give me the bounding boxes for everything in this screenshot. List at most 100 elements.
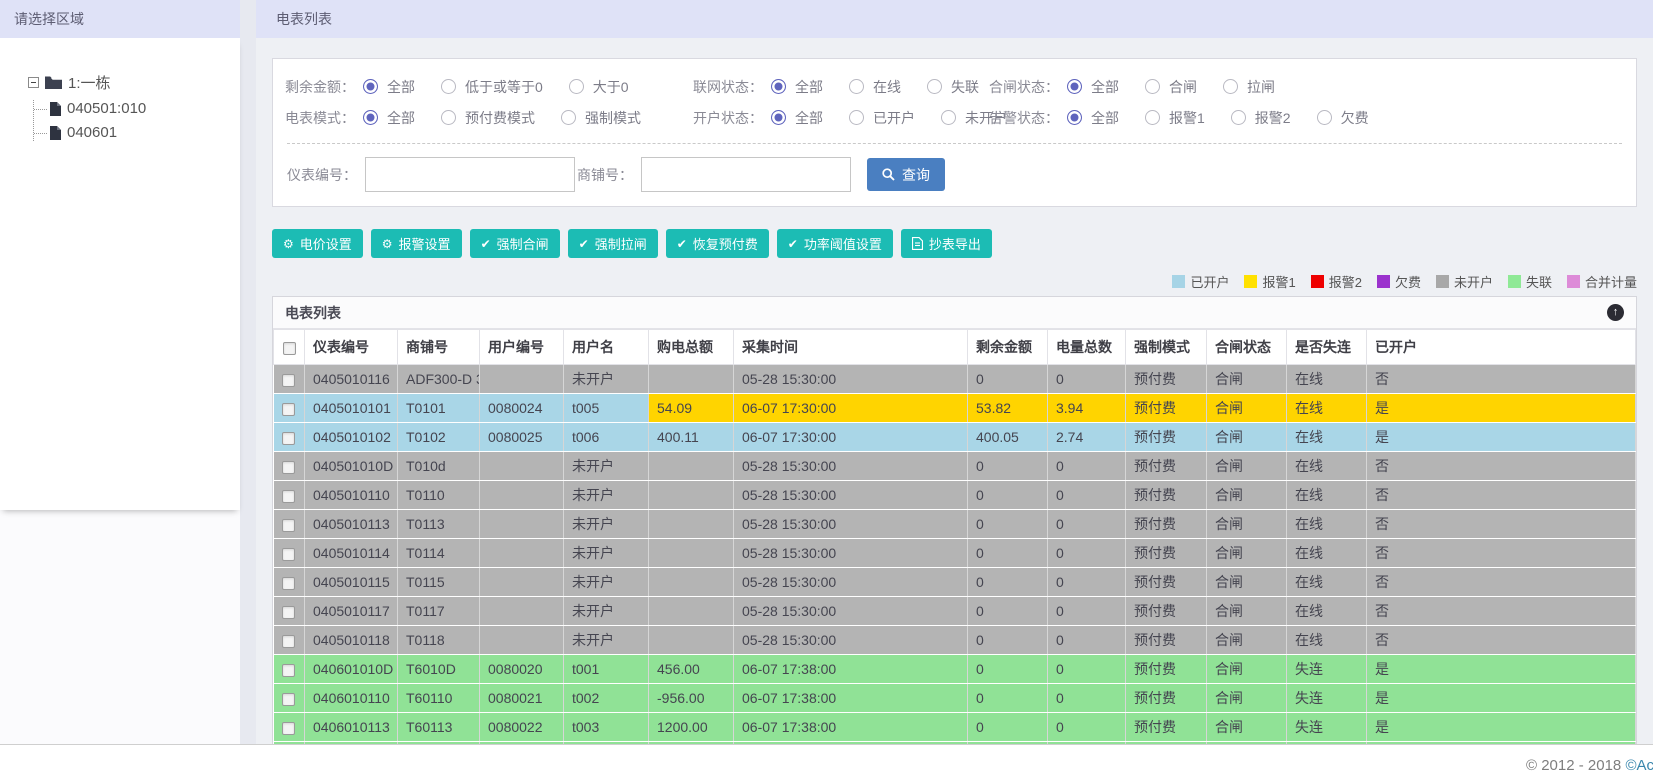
filter-group-label: 剩余金额：	[285, 78, 355, 95]
radio-option-label: 报警2	[1254, 109, 1291, 126]
radio-option[interactable]: 全部	[363, 108, 415, 128]
cell-用户名: 未开户	[563, 364, 649, 394]
check-icon: ✔	[578, 236, 589, 251]
search-button[interactable]: 查询	[867, 158, 945, 191]
radio-option-label: 已开户	[873, 109, 915, 126]
radio-option[interactable]: 大于0	[568, 77, 629, 97]
radio-option[interactable]: 全部	[771, 108, 823, 128]
toolbar-button-恢复预付费[interactable]: ✔ 恢复预付费	[665, 229, 769, 258]
cell-合闸状态: 合闸	[1206, 422, 1287, 452]
toolbar-button-抄表导出[interactable]: 抄表导出	[900, 229, 992, 258]
tree-children: 040501:010 040601	[33, 100, 240, 141]
tree-collapse-icon[interactable]	[28, 77, 39, 88]
row-checkbox[interactable]	[282, 460, 296, 474]
cell-用户名: 未开户	[563, 538, 649, 568]
toolbar-button-报警设置[interactable]: ⚙ 报警设置	[370, 229, 462, 258]
cell-商铺号: T6010D	[397, 654, 480, 684]
toolbar-button-强制合闸[interactable]: ✔ 强制合闸	[469, 229, 560, 258]
select-all-checkbox[interactable]	[282, 341, 296, 355]
radio-option[interactable]: 报警1	[1145, 108, 1205, 128]
radio-option[interactable]: 全部	[1067, 108, 1119, 128]
radio-option[interactable]: 全部	[363, 77, 415, 97]
row-checkbox[interactable]	[282, 518, 296, 532]
cell-用户名: 未开户	[563, 567, 649, 597]
tree-node-building[interactable]: 1:一栋	[28, 72, 240, 93]
cell-电量总数: 2.74	[1047, 422, 1126, 452]
radio-option[interactable]: 已开户	[849, 108, 915, 128]
cell-已开户: 是	[1366, 393, 1636, 423]
cell-电量总数: 0	[1047, 364, 1126, 394]
cell-合闸状态: 合闸	[1206, 683, 1287, 713]
radio-option[interactable]: 在线	[849, 77, 901, 97]
radio-option[interactable]: 欠费	[1316, 108, 1369, 128]
cell-是否失连: 在线	[1286, 596, 1367, 626]
radio-option[interactable]: 报警2	[1230, 108, 1291, 128]
row-checkbox[interactable]	[282, 431, 296, 445]
cell-电量总数: 0	[1047, 712, 1126, 742]
row-checkbox[interactable]	[282, 663, 296, 677]
radio-option[interactable]: 预付费模式	[441, 108, 535, 128]
legend-label: 报警1	[1262, 275, 1296, 290]
cell-已开户: 否	[1366, 451, 1636, 481]
cell-强制模式: 预付费	[1125, 567, 1207, 597]
row-checkbox[interactable]	[282, 721, 296, 735]
row-checkbox[interactable]	[282, 605, 296, 619]
cell-强制模式: 预付费	[1125, 654, 1207, 684]
meter-table: 仪表编号 商铺号 用户编号 用户名 购电总额 采集时间 剩余金额 电量总数 强制模式 合闸状态 是否…	[273, 329, 1636, 784]
toolbar-button-label: 抄表导出	[928, 237, 981, 252]
toolbar-button-功率阈值设置[interactable]: ✔ 功率阈值设置	[776, 229, 893, 258]
gear-icon: ⚙	[381, 236, 393, 251]
column-header-采集时间: 采集时间	[733, 329, 968, 365]
row-checkbox[interactable]	[282, 634, 296, 648]
row-checkbox[interactable]	[282, 692, 296, 706]
tree-leaf-label: 040601	[67, 124, 118, 141]
shop-no-input[interactable]	[641, 157, 851, 192]
meter-no-input[interactable]	[365, 157, 575, 192]
gear-icon: ⚙	[283, 236, 294, 251]
tree-leaf-meter[interactable]: 040601	[34, 124, 240, 141]
cell-用户编号: 0080020	[479, 654, 564, 684]
radio-option[interactable]: 低于或等于0	[441, 77, 543, 97]
filter-group-label: 开户状态：	[693, 109, 763, 126]
radio-option-label: 拉闸	[1247, 78, 1275, 95]
toolbar-button-强制拉闸[interactable]: ✔ 强制拉闸	[567, 229, 658, 258]
brand-link[interactable]: ©Acr	[1625, 757, 1653, 774]
column-header-用户名: 用户名	[563, 329, 649, 365]
radio-icon	[561, 110, 576, 125]
radio-option[interactable]: 失联	[927, 77, 979, 97]
cell-剩余金额: 0	[967, 625, 1048, 655]
cell-仪表编号: 0405010114	[304, 538, 398, 568]
collapse-up-icon[interactable]: ↑	[1607, 304, 1624, 321]
radio-option[interactable]: 全部	[771, 77, 823, 97]
tree-leaf-meter[interactable]: 040501:010	[34, 100, 240, 117]
row-checkbox[interactable]	[282, 373, 296, 387]
row-checkbox[interactable]	[282, 489, 296, 503]
radio-icon	[1145, 110, 1160, 125]
column-header-是否失连: 是否失连	[1286, 329, 1367, 365]
row-checkbox[interactable]	[282, 402, 296, 416]
cell-采集时间: 06-07 17:30:00	[733, 422, 968, 452]
cell-商铺号: T0117	[397, 596, 480, 626]
cell-已开户: 是	[1366, 683, 1636, 713]
table-row: 040501010D T010d 未开户 05-28 15:30:00 0 0 预付费 合闸在…	[273, 451, 1636, 481]
toolbar-button-电价设置[interactable]: ⚙ 电价设置	[272, 229, 363, 258]
cell-采集时间: 05-28 15:30:00	[733, 509, 968, 539]
radio-option[interactable]: 拉闸	[1223, 77, 1275, 97]
cell-合闸状态: 合闸	[1206, 625, 1287, 655]
cell-电量总数: 0	[1047, 596, 1126, 626]
cell-购电总额: 400.11	[648, 422, 734, 452]
cell-电量总数: 0	[1047, 683, 1126, 713]
cell-剩余金额: 0	[967, 712, 1048, 742]
meter-table-panel: 电表列表 ↑ 仪表编号 商铺号 用户编号 用户名 购电总额 采集时间 剩余金额 电量总数 强制模…	[272, 296, 1637, 784]
cell-合闸状态: 合闸	[1206, 509, 1287, 539]
radio-option-label: 失联	[951, 78, 979, 95]
table-row: 0405010101 T0101 0080024 t005 54.09 06-07 17:…	[273, 393, 1636, 423]
cell-采集时间: 06-07 17:38:00	[733, 683, 968, 713]
row-checkbox[interactable]	[282, 576, 296, 590]
radio-option[interactable]: 合闸	[1145, 77, 1197, 97]
row-checkbox[interactable]	[282, 547, 296, 561]
search-button-label: 查询	[902, 166, 930, 183]
radio-option[interactable]: 全部	[1067, 77, 1119, 97]
radio-option[interactable]: 强制模式	[561, 108, 641, 128]
filter-group-label: 电表模式：	[285, 109, 355, 126]
